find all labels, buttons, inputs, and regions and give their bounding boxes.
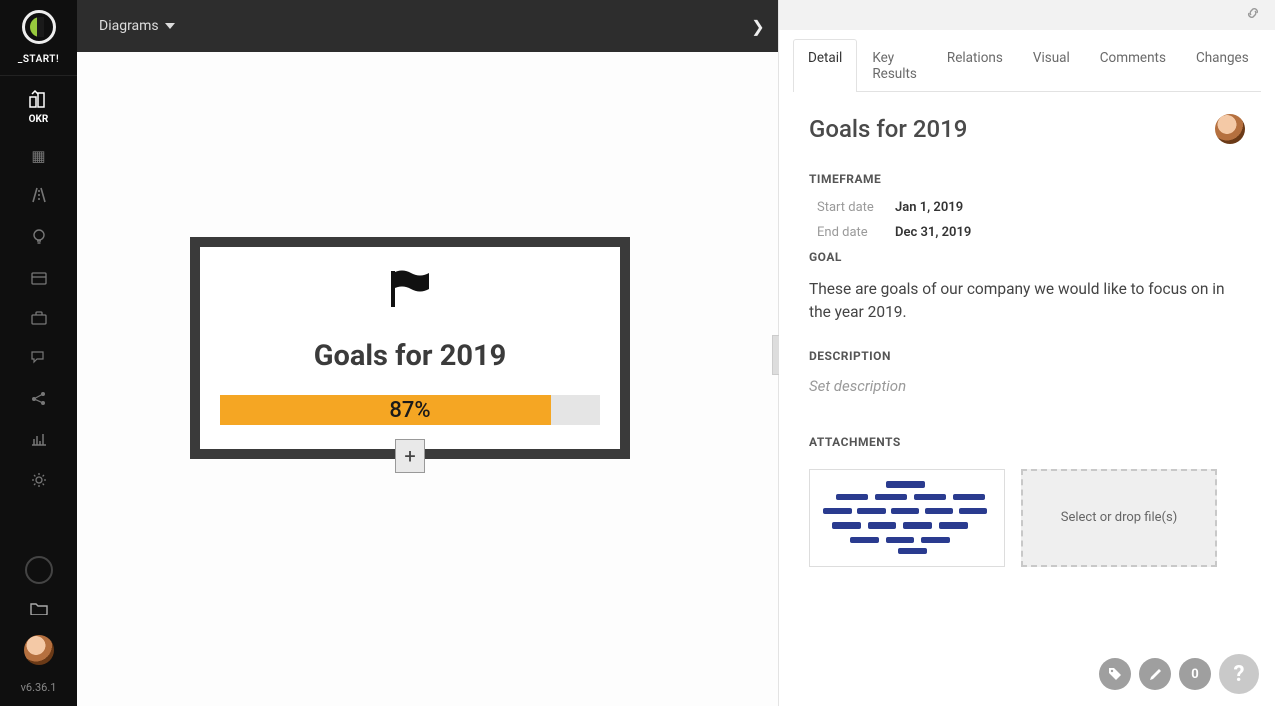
panel-collapse-button[interactable]: ❯ — [738, 0, 778, 52]
app-logo[interactable] — [0, 0, 77, 54]
goal-heading: GOAL — [809, 250, 1245, 264]
caret-down-icon — [165, 23, 175, 29]
user-avatar[interactable] — [24, 635, 54, 665]
sidebar-bottom: v6.36.1 — [0, 556, 77, 706]
start-date-label: Start date — [817, 200, 881, 215]
detail-panel: Detail Key Results Relations Visual Comm… — [778, 0, 1275, 706]
workspace-icon[interactable] — [25, 556, 53, 584]
sidebar-item-okr[interactable]: OKR — [0, 86, 77, 129]
sidebar-item-grid[interactable]: ▦ — [0, 143, 77, 169]
folder-icon[interactable] — [30, 600, 48, 619]
sidebar-item-gear[interactable] — [0, 468, 77, 496]
description-heading: DESCRIPTION — [809, 349, 1245, 363]
owner-avatar[interactable] — [1215, 114, 1245, 144]
top-bar: Diagrams — [77, 0, 777, 52]
fab-tag-button[interactable] — [1099, 658, 1131, 690]
goal-text[interactable]: These are goals of our company we would … — [809, 278, 1245, 325]
start-label[interactable]: _START! — [0, 54, 77, 76]
attachment-thumbnail[interactable] — [809, 469, 1005, 567]
version-label: v6.36.1 — [21, 681, 57, 694]
tag-icon — [1108, 667, 1122, 681]
end-date-value: Dec 31, 2019 — [895, 225, 971, 240]
question-icon: ? — [1234, 662, 1245, 687]
okr-icon — [29, 90, 49, 108]
panel-toolbar — [779, 0, 1275, 30]
dropzone-label: Select or drop file(s) — [1061, 510, 1178, 525]
sidebar-item-card[interactable] — [0, 267, 77, 293]
attachments-row: Select or drop file(s) — [809, 469, 1245, 567]
flag-icon — [387, 269, 433, 313]
tab-key-results[interactable]: Key Results — [857, 39, 932, 92]
progress-bar: 87% — [220, 395, 600, 425]
fab-help-button[interactable]: ? — [1219, 654, 1259, 694]
gear-icon — [31, 472, 47, 488]
tab-detail[interactable]: Detail — [793, 39, 857, 92]
tab-visual[interactable]: Visual — [1018, 39, 1085, 92]
sidebar-item-share[interactable] — [0, 387, 77, 414]
chat-icon — [31, 351, 47, 365]
sidebar-item-bulb[interactable] — [0, 225, 77, 253]
link-icon[interactable] — [1245, 5, 1261, 25]
end-date-row[interactable]: End date Dec 31, 2019 — [817, 225, 1245, 240]
start-date-row[interactable]: Start date Jan 1, 2019 — [817, 200, 1245, 215]
diagram-thumbnail-graphic — [818, 478, 996, 558]
share-icon — [31, 391, 46, 406]
tab-comments[interactable]: Comments — [1085, 39, 1181, 92]
timeframe-heading: TIMEFRAME — [809, 172, 1245, 186]
panel-resize-handle[interactable] — [772, 335, 779, 375]
fab-count-button[interactable]: 0 — [1179, 658, 1211, 690]
diagram-canvas[interactable]: Goals for 2019 87% + — [77, 52, 778, 706]
panel-tabs: Detail Key Results Relations Visual Comm… — [793, 38, 1261, 92]
bulb-icon — [32, 229, 46, 245]
tab-changes[interactable]: Changes — [1181, 39, 1264, 92]
attachment-dropzone[interactable]: Select or drop file(s) — [1021, 469, 1217, 567]
progress-text: 87% — [220, 395, 600, 425]
diagrams-menu-label: Diagrams — [99, 18, 159, 34]
road-icon — [31, 187, 47, 203]
chevron-right-icon: ❯ — [751, 17, 764, 36]
tab-relations[interactable]: Relations — [932, 39, 1018, 92]
sidebar-item-chat[interactable] — [0, 347, 77, 373]
pencil-icon — [1149, 668, 1162, 681]
sidebar-item-chart[interactable] — [0, 428, 77, 454]
panel-body: Goals for 2019 TIMEFRAME Start date Jan … — [779, 92, 1275, 698]
sidebar-item-briefcase[interactable] — [0, 307, 77, 333]
goal-card-title: Goals for 2019 — [214, 339, 606, 373]
grid-icon: ▦ — [31, 147, 45, 165]
panel-fab-row: 0 ? — [1099, 654, 1259, 694]
sidebar-item-road[interactable] — [0, 183, 77, 211]
goal-card[interactable]: Goals for 2019 87% + — [190, 237, 630, 459]
briefcase-icon — [31, 311, 47, 325]
sidebar-nav: OKR ▦ — [0, 86, 77, 496]
fab-edit-button[interactable] — [1139, 658, 1171, 690]
start-date-value: Jan 1, 2019 — [895, 200, 963, 215]
card-icon — [31, 272, 47, 285]
description-placeholder[interactable]: Set description — [809, 377, 1245, 395]
left-sidebar: _START! OKR ▦ — [0, 0, 77, 706]
end-date-label: End date — [817, 225, 881, 240]
panel-title[interactable]: Goals for 2019 — [809, 115, 967, 143]
add-child-button[interactable]: + — [395, 439, 425, 473]
chart-icon — [31, 432, 46, 446]
attachments-heading: ATTACHMENTS — [809, 435, 1245, 449]
diagrams-menu[interactable]: Diagrams — [99, 18, 175, 34]
